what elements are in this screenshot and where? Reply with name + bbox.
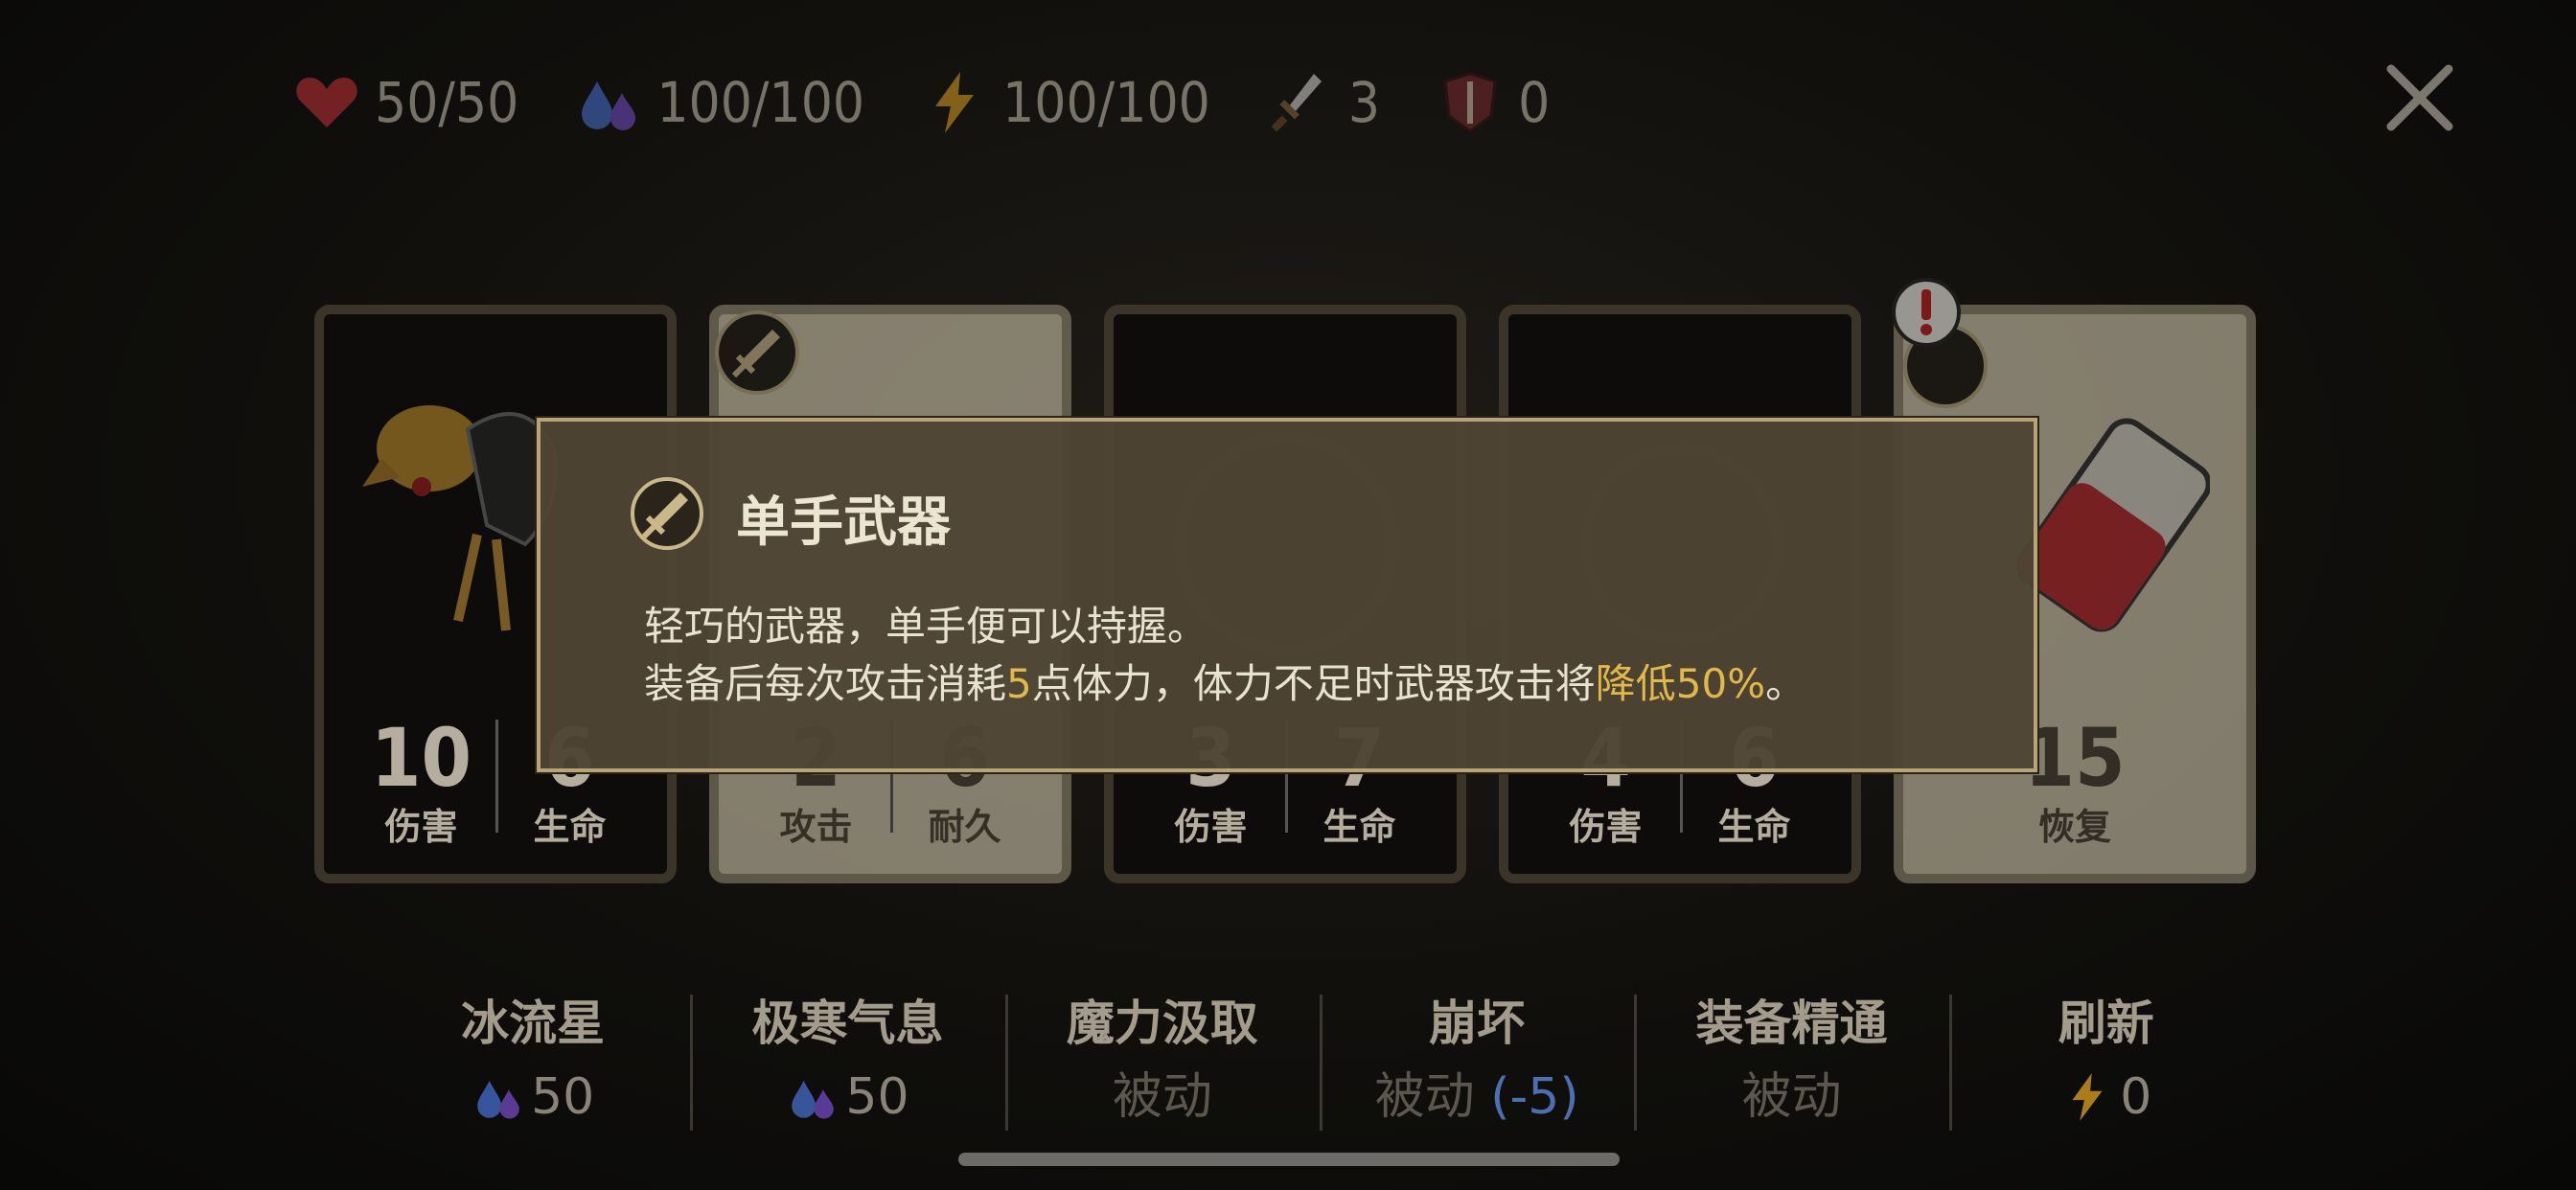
attack-value: 3 <box>1347 70 1381 135</box>
skill-name: 装备精通 <box>1695 995 1888 1051</box>
health-label: 生命 <box>533 805 607 848</box>
tooltip-highlight: 降低50% <box>1595 660 1766 707</box>
one-hand-weapon-badge <box>715 310 799 395</box>
skill-cost-value: 被动 <box>1374 1068 1475 1126</box>
heal-label: 恢复 <box>2037 805 2111 848</box>
energy-stat: 100/100 <box>920 68 1210 137</box>
skill-equipment-mastery[interactable]: 装备精通 被动 <box>1634 983 1948 1136</box>
tooltip-text: 。 <box>1765 660 1806 707</box>
mana-drops-icon <box>582 81 636 130</box>
skill-refresh[interactable]: 刷新 0 <box>1948 983 2264 1136</box>
mana-drops-icon <box>477 1080 519 1119</box>
armor-value: 0 <box>1518 70 1551 135</box>
skill-collapse[interactable]: 崩坏 被动 (-5) <box>1319 983 1634 1136</box>
damage-label: 伤害 <box>1174 805 1248 848</box>
player-stats-bar: 50/50 100/100 100/100 3 0 <box>292 59 1605 146</box>
skill-cost-value: 0 <box>2120 1068 2152 1126</box>
alert-icon <box>1892 278 1961 347</box>
skill-frost-breath[interactable]: 极寒气息 50 <box>690 983 1004 1136</box>
damage-label: 伤害 <box>384 805 458 848</box>
tooltip-highlight: 5 <box>1006 660 1032 707</box>
mana-value: 100/100 <box>656 70 865 135</box>
attack-stat: 3 <box>1266 68 1380 137</box>
damage-label: 伤害 <box>1569 805 1643 848</box>
tooltip-text: 装备后每次攻击消耗 <box>644 660 1007 707</box>
shield-icon <box>1443 72 1497 133</box>
mana-drops-icon <box>792 1080 835 1119</box>
skill-cost: 被动 <box>1741 1068 1842 1126</box>
health-stat: 50/50 <box>292 68 518 137</box>
skill-bar: 冰流星 50 极寒气息 50 魔力汲取 被动 崩坏 被动 (-5) 装备精通 被… <box>376 983 2264 1136</box>
damage-value: 10 <box>370 711 472 805</box>
skill-cost: 50 <box>376 1064 690 1131</box>
skill-cost-modifier: (-5) <box>1490 1068 1579 1126</box>
energy-value: 100/100 <box>1002 70 1210 135</box>
mana-stat: 100/100 <box>574 68 864 137</box>
attack-label: 攻击 <box>779 805 853 848</box>
energy-bolt-icon <box>2072 1073 2103 1121</box>
skill-cost-value: 50 <box>845 1068 909 1126</box>
skill-mana-drain[interactable]: 魔力汲取 被动 <box>1004 983 1320 1136</box>
skill-name: 崩坏 <box>1429 995 1526 1051</box>
energy-bolt-icon <box>935 72 975 133</box>
skill-cost: 0 <box>1949 1064 2264 1131</box>
dagger-icon <box>1271 74 1322 132</box>
skill-cost: 被动 (-5) <box>1320 1064 1634 1131</box>
tooltip-line-1: 轻巧的武器，单手便可以持握。 <box>644 603 1208 650</box>
one-hand-weapon-icon <box>631 477 703 550</box>
durability-label: 耐久 <box>928 805 1001 848</box>
weapon-tooltip: 单手武器 轻巧的武器，单手便可以持握。 装备后每次攻击消耗5点体力，体力不足时武… <box>537 418 2037 772</box>
skill-cost-value: 50 <box>531 1068 595 1126</box>
skill-cost: 被动 <box>1112 1068 1212 1126</box>
armor-stat: 0 <box>1436 68 1550 137</box>
skill-ice-meteor[interactable]: 冰流星 50 <box>376 983 690 1136</box>
sword-icon <box>731 330 780 378</box>
close-icon[interactable] <box>2381 59 2458 136</box>
home-indicator[interactable] <box>958 1153 1620 1166</box>
skill-cost: 50 <box>690 1064 1004 1131</box>
tooltip-title: 单手武器 <box>736 491 951 554</box>
skill-name: 魔力汲取 <box>1066 995 1258 1051</box>
health-value: 50/50 <box>375 70 519 135</box>
heart-icon <box>296 78 357 127</box>
tooltip-line-2: 装备后每次攻击消耗5点体力，体力不足时武器攻击将降低50%。 <box>644 652 1806 710</box>
tooltip-text: 点体力，体力不足时武器攻击将 <box>1031 660 1596 707</box>
skill-name: 冰流星 <box>461 995 606 1051</box>
health-label: 生命 <box>1322 805 1396 848</box>
health-label: 生命 <box>1717 805 1791 848</box>
skill-name: 极寒气息 <box>751 995 944 1051</box>
skill-name: 刷新 <box>2058 995 2154 1051</box>
